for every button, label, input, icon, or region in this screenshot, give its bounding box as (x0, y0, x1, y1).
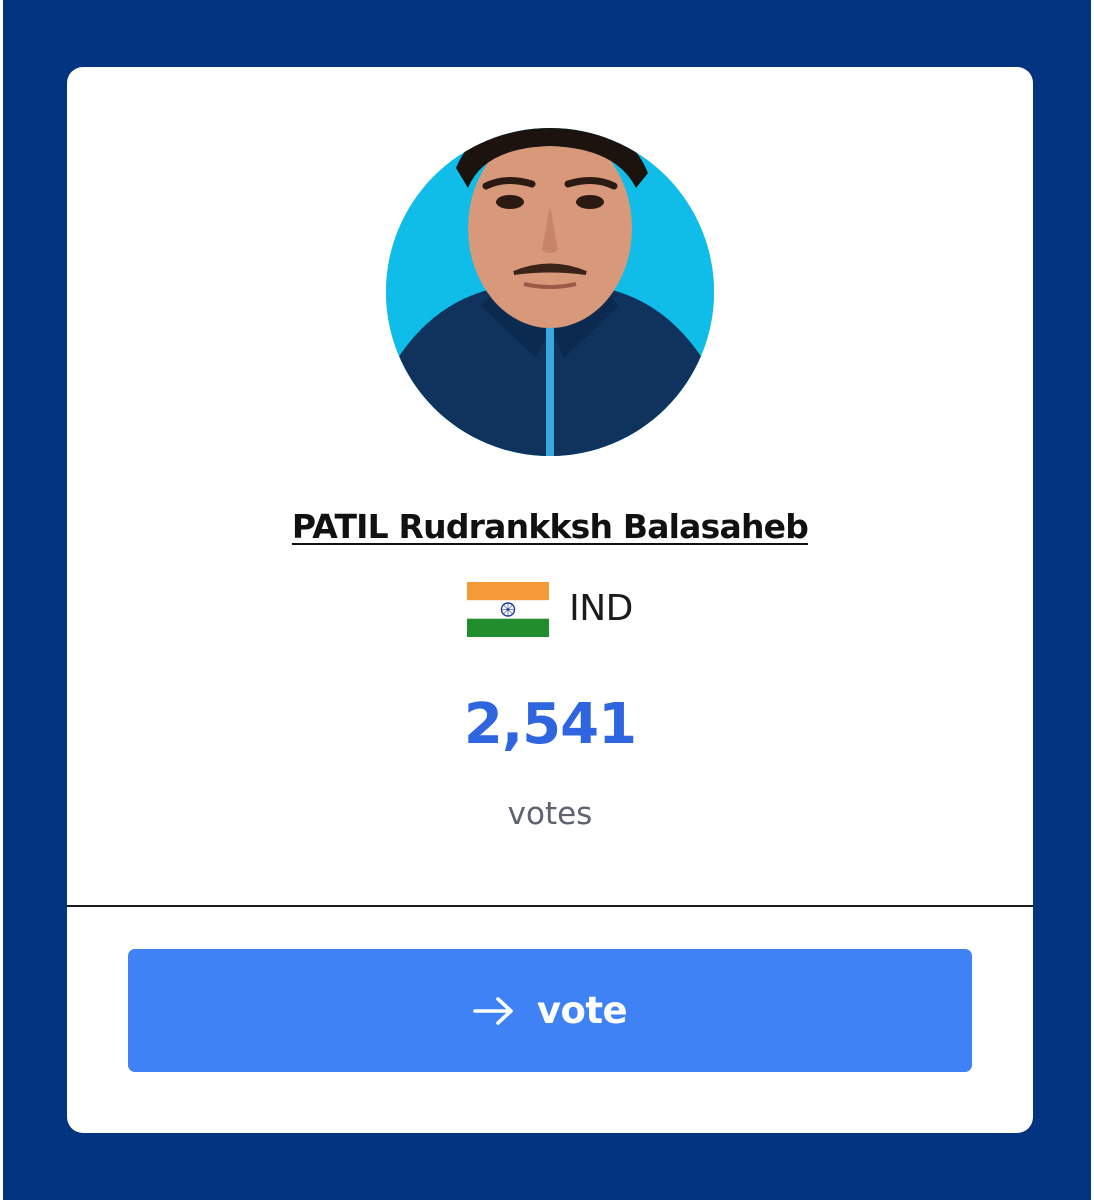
country-code: IND (569, 588, 633, 629)
arrow-right-icon (473, 996, 513, 1025)
india-flag-icon (467, 581, 550, 637)
vote-count: 2,541 (463, 692, 637, 757)
card-divider (67, 905, 1033, 907)
vote-button-label: vote (536, 988, 628, 1032)
vote-button[interactable]: vote (128, 949, 972, 1072)
athlete-avatar (386, 128, 714, 456)
country-row: IND (67, 581, 1033, 637)
votes-label: votes (507, 796, 593, 832)
athlete-photo (386, 128, 714, 456)
page-background: PATIL Rudrankksh Balasaheb IND 2,541 vot… (3, 0, 1091, 1200)
athlete-card: PATIL Rudrankksh Balasaheb IND 2,541 vot… (67, 67, 1033, 1133)
athlete-name-link[interactable]: PATIL Rudrankksh Balasaheb (67, 503, 1033, 551)
